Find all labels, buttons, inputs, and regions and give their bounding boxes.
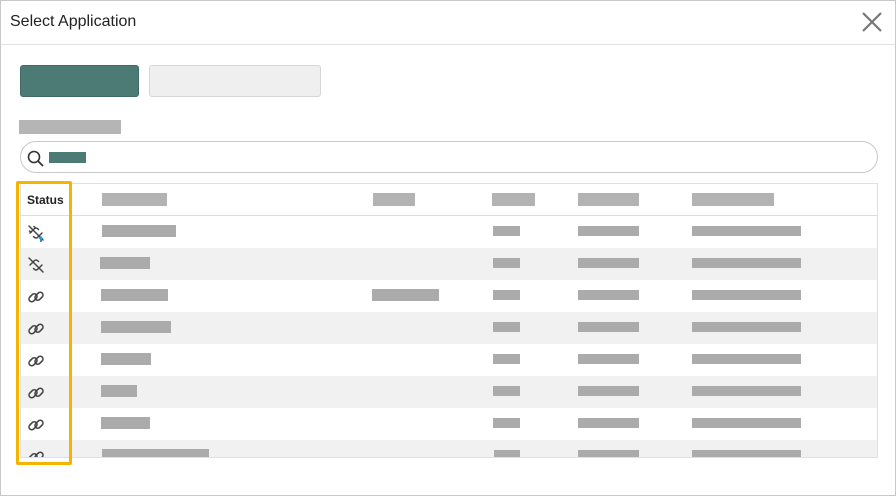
table-row[interactable] bbox=[21, 248, 877, 280]
column-header-col6[interactable] bbox=[692, 193, 774, 206]
search-input[interactable] bbox=[91, 146, 871, 168]
section-label bbox=[19, 120, 121, 134]
table-row[interactable] bbox=[21, 408, 877, 440]
search-bar[interactable] bbox=[20, 141, 878, 173]
row-col4-value bbox=[493, 418, 520, 428]
row-col6-value bbox=[692, 258, 801, 268]
row-name-value bbox=[101, 417, 150, 429]
table-row[interactable] bbox=[21, 312, 877, 344]
row-col6-value bbox=[692, 226, 801, 236]
link-icon bbox=[28, 291, 44, 303]
row-col5-value bbox=[578, 226, 639, 236]
applications-table: Status bbox=[20, 183, 878, 458]
row-name-value bbox=[102, 225, 176, 237]
row-name-value bbox=[101, 353, 151, 365]
row-col6-value bbox=[692, 290, 801, 300]
table-header: Status bbox=[21, 184, 877, 216]
row-col4-value bbox=[493, 290, 520, 300]
table-row[interactable] bbox=[21, 344, 877, 376]
row-col5-value bbox=[578, 450, 639, 457]
row-name-value bbox=[101, 289, 168, 301]
table-row[interactable] bbox=[21, 280, 877, 312]
column-header-col5[interactable] bbox=[578, 193, 639, 206]
column-header-col4[interactable] bbox=[492, 193, 535, 206]
row-col5-value bbox=[578, 386, 639, 396]
table-row[interactable] bbox=[21, 440, 877, 457]
table-row[interactable] bbox=[21, 216, 877, 248]
search-icon bbox=[27, 150, 44, 167]
row-col4-value bbox=[493, 322, 520, 332]
row-col6-value bbox=[692, 354, 801, 364]
row-col3-value bbox=[372, 289, 439, 301]
table-row[interactable] bbox=[21, 376, 877, 408]
row-col5-value bbox=[578, 322, 639, 332]
plug-disconnected-upload-icon bbox=[28, 225, 44, 242]
link-icon bbox=[28, 451, 44, 457]
row-col4-value bbox=[494, 450, 520, 457]
row-col4-value bbox=[493, 226, 520, 236]
row-name-value bbox=[101, 321, 171, 333]
primary-tab-button[interactable] bbox=[20, 65, 139, 97]
dialog-titlebar: Select Application bbox=[1, 1, 895, 45]
row-name-value bbox=[101, 385, 137, 397]
link-icon bbox=[28, 355, 44, 367]
search-token bbox=[49, 152, 86, 163]
row-col4-value bbox=[493, 354, 520, 364]
row-col5-value bbox=[578, 258, 639, 268]
row-col6-value bbox=[692, 450, 801, 457]
row-col6-value bbox=[692, 418, 801, 428]
secondary-tab-button[interactable] bbox=[149, 65, 321, 97]
link-icon bbox=[28, 419, 44, 431]
plug-disconnected-icon bbox=[28, 257, 44, 273]
row-name-value bbox=[102, 449, 209, 457]
dialog-title: Select Application bbox=[10, 13, 137, 30]
row-col4-value bbox=[493, 258, 520, 268]
row-col5-value bbox=[578, 418, 639, 428]
column-header-col3[interactable] bbox=[373, 193, 415, 206]
column-header-status[interactable]: Status bbox=[27, 193, 64, 207]
link-icon bbox=[28, 387, 44, 399]
select-application-dialog: Select Application Status bbox=[0, 0, 896, 496]
close-icon[interactable] bbox=[859, 9, 885, 35]
row-name-value bbox=[100, 257, 150, 269]
row-col5-value bbox=[578, 354, 639, 364]
link-icon bbox=[28, 323, 44, 335]
column-header-name[interactable] bbox=[102, 193, 167, 206]
row-col6-value bbox=[692, 322, 801, 332]
row-col6-value bbox=[692, 386, 801, 396]
row-col5-value bbox=[578, 290, 639, 300]
row-col4-value bbox=[493, 386, 520, 396]
